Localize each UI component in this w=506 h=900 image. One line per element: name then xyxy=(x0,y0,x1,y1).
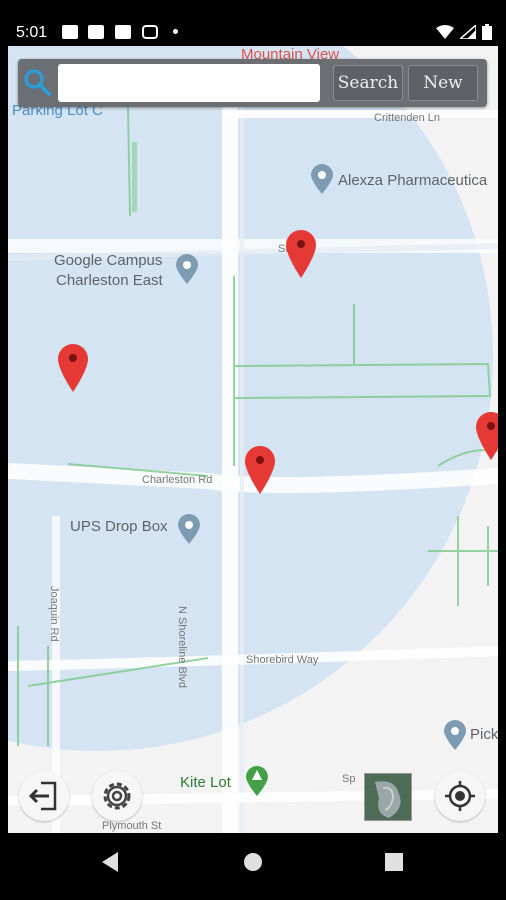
place-pin-icon[interactable] xyxy=(178,514,200,544)
map-marker-icon[interactable] xyxy=(58,344,88,392)
satellite-layer-icon xyxy=(365,774,411,820)
map-view[interactable]: Mountain View Parking Lot C Crittenden L… xyxy=(8,46,498,833)
map-label-shoreline: N Shoreline Blvd xyxy=(176,606,188,688)
search-input[interactable] xyxy=(58,64,320,102)
map-marker-icon[interactable] xyxy=(476,412,498,460)
more-notifications-icon xyxy=(173,29,178,34)
gmail-notification-icon xyxy=(62,25,78,39)
status-time: 5:01 xyxy=(16,24,48,41)
map-label-pick: Pick xyxy=(470,726,498,743)
satellite-layer-button[interactable] xyxy=(364,773,412,821)
map-label-crittenden: Crittenden Ln xyxy=(374,112,441,124)
map-label-google-campus-1: Google Campus xyxy=(54,252,163,269)
my-location-button[interactable] xyxy=(435,771,485,821)
back-icon[interactable] xyxy=(100,851,120,873)
map-label-plymouth: Plymouth St xyxy=(102,820,162,832)
gear-icon xyxy=(103,782,131,810)
place-pin-icon[interactable] xyxy=(176,254,198,284)
search-button[interactable]: Search xyxy=(333,65,403,101)
status-bar: 5:01 xyxy=(0,0,506,46)
map-label-joaquin: Joaquin Rd xyxy=(48,586,60,642)
recents-icon[interactable] xyxy=(385,853,403,871)
park-pin-icon[interactable] xyxy=(246,766,268,796)
exit-icon xyxy=(28,781,57,811)
battery-icon xyxy=(482,24,492,40)
new-button[interactable]: New xyxy=(408,65,478,101)
map-label-ups: UPS Drop Box xyxy=(70,518,168,535)
settings-button[interactable] xyxy=(92,771,142,821)
map-marker-icon[interactable] xyxy=(245,446,275,494)
map-label-kite-lot: Kite Lot xyxy=(180,774,231,791)
map-label-google-campus-2: Charleston East xyxy=(56,272,163,289)
map-label-sp: Sp xyxy=(342,773,356,785)
instagram-icon xyxy=(142,25,158,39)
signal-icon xyxy=(460,25,476,39)
map-marker-icon[interactable] xyxy=(286,230,316,278)
home-icon[interactable] xyxy=(243,852,263,872)
wifi-icon xyxy=(436,25,454,39)
map-label-alexza: Alexza Pharmaceutica xyxy=(338,172,488,189)
search-toolbar: Search New xyxy=(18,59,487,107)
place-pin-icon[interactable] xyxy=(311,164,333,194)
notification-icon xyxy=(88,25,104,39)
place-pin-icon[interactable] xyxy=(444,720,466,750)
map-label-shorebird: Shorebird Way xyxy=(246,654,319,666)
notification-icon xyxy=(115,25,131,39)
map-roads-layer xyxy=(8,46,498,833)
exit-button[interactable] xyxy=(19,771,69,821)
system-nav-bar xyxy=(0,833,506,900)
search-icon[interactable] xyxy=(22,67,52,97)
my-location-icon xyxy=(445,781,475,811)
map-label-charleston-rd: Charleston Rd xyxy=(142,474,213,486)
